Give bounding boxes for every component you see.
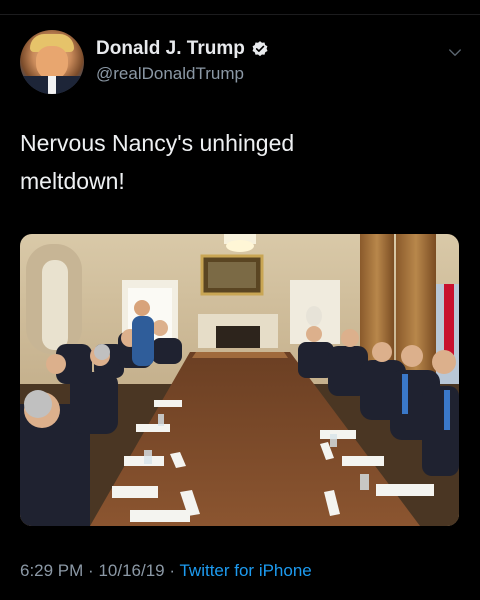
tweet-text-line: meltdown! [20, 168, 125, 194]
tweet-photo[interactable] [20, 234, 459, 526]
tweet-metadata: 6:29 PM · 10/16/19 · Twitter for iPhone [20, 561, 312, 581]
tweet-date: 10/16/19 [98, 561, 165, 580]
tweet-text-line: Nervous Nancy's unhinged [20, 130, 295, 156]
chevron-down-icon[interactable] [446, 44, 464, 62]
tweet-time: 6:29 PM [20, 561, 84, 580]
verified-badge-icon [252, 41, 268, 57]
tweet-text: Nervous Nancy's unhinged meltdown! [20, 124, 460, 200]
tweet-source-link[interactable]: Twitter for iPhone [179, 561, 311, 580]
tweet-header: Donald J. Trump @realDonaldTrump [20, 30, 464, 100]
meta-separator: · [88, 561, 94, 580]
meta-separator: · [169, 561, 176, 580]
author-name-row[interactable]: Donald J. Trump [96, 38, 269, 60]
avatar-face [36, 46, 68, 80]
avatar[interactable] [20, 30, 84, 94]
cabinet-room-photo [20, 234, 459, 526]
author-handle[interactable]: @realDonaldTrump [96, 64, 244, 84]
author-display-name[interactable]: Donald J. Trump [96, 38, 245, 60]
avatar-shirt [48, 76, 56, 94]
top-divider [0, 14, 480, 15]
